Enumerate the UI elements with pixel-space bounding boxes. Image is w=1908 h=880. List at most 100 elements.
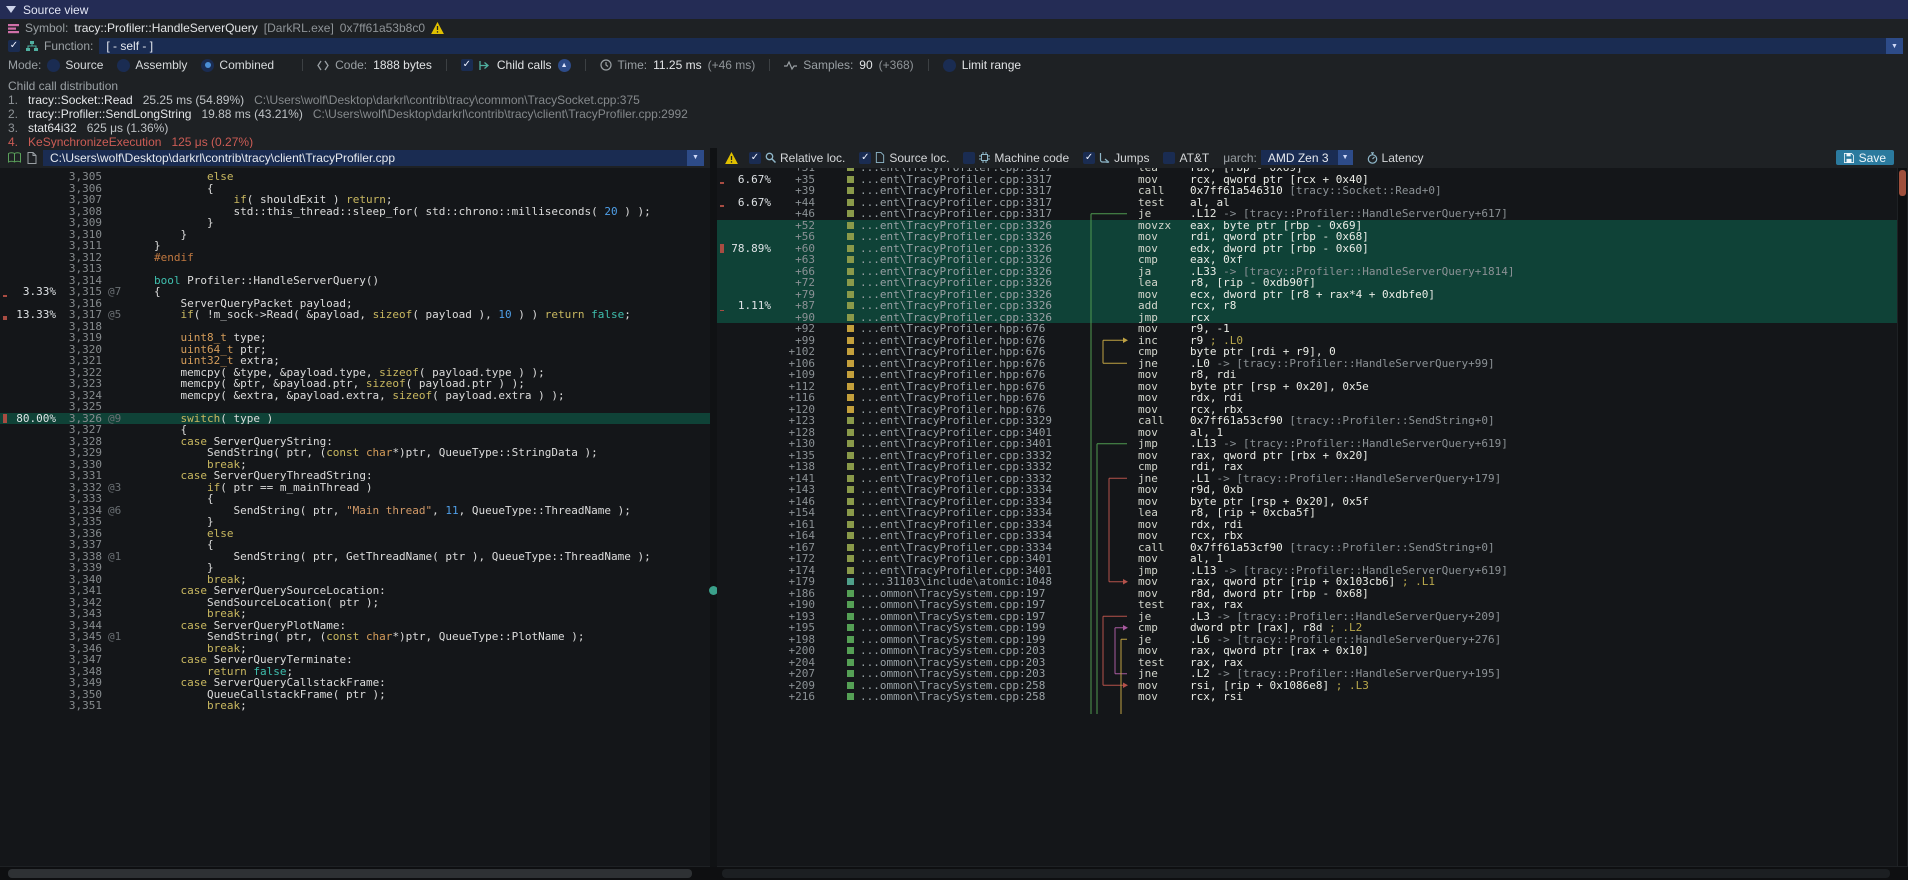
asm-row[interactable]: +106...ent\TracyProfiler.hpp:676jne.L0 -… <box>717 358 1897 370</box>
asm-row[interactable]: +207...ommon\TracySystem.cpp:203jne.L2 -… <box>717 668 1897 680</box>
asm-row[interactable]: +135...ent\TracyProfiler.cpp:3332movrax,… <box>717 450 1897 462</box>
save-button[interactable]: Save <box>1836 150 1894 165</box>
source-line[interactable]: 3,335 } <box>0 516 710 528</box>
child-calls-checkbox[interactable] <box>461 59 473 71</box>
jumps-toggle[interactable]: Jumps <box>1083 151 1149 165</box>
asm-row[interactable]: +179....31103\include\atomic:1048movrax,… <box>717 576 1897 588</box>
source-line[interactable]: 3,305 else <box>0 171 710 183</box>
asm-row[interactable]: +209...ommon\TracySystem.cpp:258movrsi, … <box>717 680 1897 692</box>
assembly-vertical-scrollbar[interactable] <box>1898 168 1907 866</box>
source-line[interactable]: 3,318 <box>0 321 710 333</box>
asm-row[interactable]: +141...ent\TracyProfiler.cpp:3332jne.L1 … <box>717 473 1897 485</box>
source-line[interactable]: 3,336 else <box>0 528 710 540</box>
asm-row[interactable]: +143...ent\TracyProfiler.cpp:3334movr9d,… <box>717 484 1897 496</box>
source-line[interactable]: 3,327 { <box>0 424 710 436</box>
source-line[interactable]: 3,332@3 if( ptr == m_mainThread ) <box>0 482 710 494</box>
relative-loc-toggle[interactable]: Relative loc. <box>749 151 845 165</box>
source-line[interactable]: 3,351 break; <box>0 700 710 712</box>
machine-code-toggle[interactable]: Machine code <box>963 151 1069 165</box>
assembly-horizontal-scrollbar[interactable] <box>722 869 1890 878</box>
source-line[interactable]: 3,319 uint8_t type; <box>0 332 710 344</box>
source-file-marker <box>847 383 854 390</box>
source-line[interactable]: 3,312#endif <box>0 252 710 264</box>
source-file-marker <box>847 682 854 689</box>
source-horizontal-scrollbar[interactable] <box>8 869 692 878</box>
latency-toggle[interactable]: Latency <box>1367 151 1424 165</box>
asm-row[interactable]: +161...ent\TracyProfiler.cpp:3334movrdx,… <box>717 519 1897 531</box>
source-loc-icon <box>875 152 885 163</box>
asm-row[interactable]: +130...ent\TracyProfiler.cpp:3401jmp.L13… <box>717 438 1897 450</box>
child-call-item[interactable]: 3.stat64i32625 μs (1.36%) <box>0 121 1908 135</box>
asm-row[interactable]: +112...ent\TracyProfiler.hpp:676movbyte … <box>717 381 1897 393</box>
chevron-down-icon[interactable]: ▼ <box>687 150 704 166</box>
limit-range-toggle[interactable] <box>943 59 956 72</box>
asm-row[interactable]: +216...ommon\TracySystem.cpp:258movrcx, … <box>717 691 1897 703</box>
collapse-arrow-icon[interactable] <box>6 6 16 13</box>
scrollbar-thumb[interactable] <box>1899 170 1906 196</box>
att-syntax-toggle[interactable]: AT&T <box>1163 151 1209 165</box>
child-call-item[interactable]: 1.tracy::Socket::Read25.25 ms (54.89%)C:… <box>0 93 1908 107</box>
source-line[interactable]: 3,314bool Profiler::HandleServerQuery() <box>0 275 710 287</box>
source-line[interactable]: 3,339 } <box>0 562 710 574</box>
child-calls-expand-button[interactable]: ▲ <box>558 59 571 72</box>
asm-row[interactable]: +46...ent\TracyProfiler.cpp:3317je.L12 -… <box>717 208 1897 220</box>
source-line[interactable]: 3,309 } <box>0 217 710 229</box>
source-line[interactable]: 80.00%3,326@9 switch( type ) <box>0 413 710 425</box>
source-file-marker <box>847 222 854 229</box>
source-line[interactable]: 3,334@6 SendString( ptr, "Main thread", … <box>0 505 710 517</box>
source-line[interactable]: 3,311} <box>0 240 710 252</box>
bottom-scrollbar-track <box>0 867 1908 880</box>
chevron-down-icon[interactable]: ▼ <box>1886 38 1903 54</box>
mode-radio-assembly[interactable]: Assembly <box>117 58 187 72</box>
source-line[interactable]: 3,342 SendSourceLocation( ptr ); <box>0 597 710 609</box>
source-line[interactable]: 3,325 <box>0 401 710 413</box>
asm-row[interactable]: +123...ent\TracyProfiler.cpp:3329call0x7… <box>717 415 1897 427</box>
source-line[interactable]: 3,345@1 SendString( ptr, (const char*)pt… <box>0 631 710 643</box>
child-call-item[interactable]: 2.tracy::Profiler::SendLongString19.88 m… <box>0 107 1908 121</box>
function-checkbox[interactable]: ✓ <box>8 40 20 52</box>
source-line[interactable]: 3,324 memcpy( &extra, &payload.extra, si… <box>0 390 710 402</box>
asm-row[interactable]: +90...ent\TracyProfiler.cpp:3326jmprcx <box>717 312 1897 324</box>
source-code-view[interactable]: 3,305 else3,306 {3,307 if( shouldExit ) … <box>0 168 710 866</box>
source-file-marker <box>847 187 854 194</box>
source-loc-toggle[interactable]: Source loc. <box>859 151 949 165</box>
book-icon[interactable] <box>8 152 21 163</box>
source-file-select[interactable]: C:\Users\wolf\Desktop\darkrl\contrib\tra… <box>43 150 704 166</box>
source-line[interactable]: 3,338@1 SendString( ptr, GetThreadName( … <box>0 551 710 563</box>
uarch-label: μarch: <box>1223 151 1257 165</box>
chevron-down-icon[interactable]: ▼ <box>1338 150 1353 165</box>
title-bar[interactable]: Source view <box>0 0 1908 19</box>
source-line[interactable]: 3,346 break; <box>0 643 710 655</box>
source-line[interactable]: 3,320 uint64_t ptr; <box>0 344 710 356</box>
asm-row[interactable]: +200...ommon\TracySystem.cpp:203movrax, … <box>717 645 1897 657</box>
asm-row[interactable]: +154...ent\TracyProfiler.cpp:3334lear8, … <box>717 507 1897 519</box>
function-selected-value: [ - self - ] <box>106 39 153 53</box>
source-line[interactable]: 3,347 case ServerQueryTerminate: <box>0 654 710 666</box>
asm-row[interactable]: +109...ent\TracyProfiler.hpp:676movr8, r… <box>717 369 1897 381</box>
asm-row[interactable]: 1.11%+87...ent\TracyProfiler.cpp:3326add… <box>717 300 1897 312</box>
source-line[interactable]: 3,310 } <box>0 229 710 241</box>
mode-radio-combined[interactable]: Combined <box>201 58 274 72</box>
asm-row[interactable]: +92...ent\TracyProfiler.hpp:676movr9, -1 <box>717 323 1897 335</box>
uarch-select[interactable]: AMD Zen 3 ▼ <box>1261 150 1353 165</box>
source-line[interactable]: 3,350 QueueCallstackFrame( ptr ); <box>0 689 710 701</box>
asm-row[interactable]: +167...ent\TracyProfiler.cpp:3334call0x7… <box>717 542 1897 554</box>
asm-row[interactable]: +116...ent\TracyProfiler.hpp:676movrdx, … <box>717 392 1897 404</box>
asm-row[interactable]: 78.89%+60...ent\TracyProfiler.cpp:3326mo… <box>717 243 1897 255</box>
asm-row[interactable]: +79...ent\TracyProfiler.cpp:3326movecx, … <box>717 289 1897 301</box>
mode-radio-source[interactable]: Source <box>47 58 103 72</box>
source-line[interactable]: 3,329 SendString( ptr, (const char*)ptr,… <box>0 447 710 459</box>
asm-row[interactable]: +56...ent\TracyProfiler.cpp:3326movrdi, … <box>717 231 1897 243</box>
source-line[interactable]: 3,308 std::this_thread::sleep_for( std::… <box>0 206 710 218</box>
child-call-item[interactable]: 4.KeSynchronizeExecution125 μs (0.27%) <box>0 135 1908 149</box>
source-line[interactable]: 13.33%3,317@5 if( !m_sock->Read( &payloa… <box>0 309 710 321</box>
asm-row[interactable]: +186...ommon\TracySystem.cpp:197movr8d, … <box>717 588 1897 600</box>
pane-splitter[interactable] <box>710 148 717 880</box>
assembly-view[interactable]: +31...ent\TracyProfiler.cpp:3317learax, … <box>717 168 1897 866</box>
asm-row[interactable]: +72...ent\TracyProfiler.cpp:3326lear8, [… <box>717 277 1897 289</box>
source-line[interactable]: 3.33%3,315@7{ <box>0 286 710 298</box>
function-select[interactable]: [ - self - ] ▼ <box>99 38 1903 54</box>
symbol-bar: Symbol: tracy::Profiler::HandleServerQue… <box>0 19 1908 37</box>
asm-row[interactable]: +39...ent\TracyProfiler.cpp:3317call0x7f… <box>717 185 1897 197</box>
source-line[interactable]: 3,343 break; <box>0 608 710 620</box>
